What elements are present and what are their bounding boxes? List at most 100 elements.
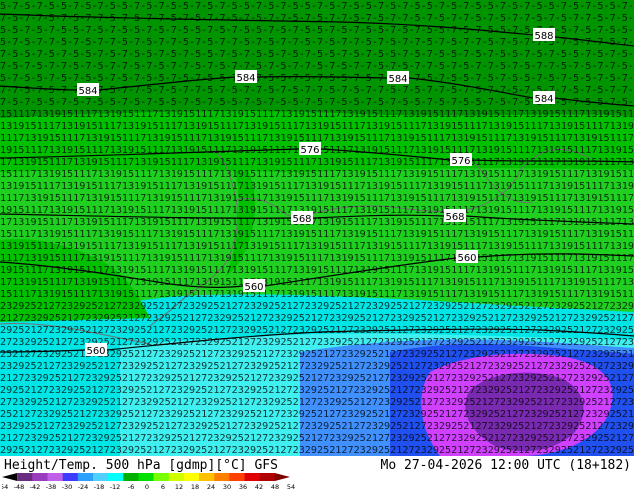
digit-row: 1511171319151117131915111713191511171319… [0,289,634,300]
digit-row: 2925212723292521272329252127232925212723… [0,385,634,396]
digit-row: 1117131915111713191511171319151117131915… [0,193,634,204]
svg-text:560: 560 [244,282,263,293]
digit-row: 1511171319151117131915111713191511171319… [0,169,634,180]
colorbar-tick-label: 54 [287,483,295,490]
svg-text:576: 576 [451,156,470,167]
colorbar-swatch [77,473,94,481]
contour-label: 576 [450,153,472,167]
map-footer: Height/Temp. 500 hPa [gdmp][°C] GFS Mo 2… [0,456,634,490]
contour-label: 560 [85,343,107,357]
colorbar-swatches [2,473,290,481]
contour-label: 568 [291,211,313,225]
digit-row: 7-5-7-5-7-7-5-7-5-7-7-5-7-5-7-7-5-7-5-7-… [0,61,634,72]
colorbar-swatch [274,473,290,481]
svg-text:576: 576 [300,145,319,156]
contour-label: 584 [533,91,555,105]
digit-row: 5-7-5-5-7-5-7-5-5-7-5-7-5-5-7-5-7-5-5-7-… [0,73,634,84]
colorbar-tick-label: -6 [128,483,134,490]
colorbar-swatch [259,473,276,481]
colorbar-swatch [244,473,260,481]
colorbar-tick-label: 0 [145,483,149,490]
contour-label: 560 [456,250,478,264]
temperature-colorbar: -54 -48 -42 -38 -30 -24 -18 -12 -6 0 6 12 18 24 30 36 42… [2,473,295,490]
digit-row: 1117131915111713191511171319151117131915… [0,253,634,264]
digit-row: 1713191511171319151117131915111713191511… [0,277,634,288]
colorbar-swatch [62,473,79,481]
contour-label: 568 [444,209,466,223]
svg-text:560: 560 [86,346,105,357]
colorbar-tick-label: -24 [78,483,89,490]
svg-text:584: 584 [534,94,553,105]
contour-label: 588 [533,28,555,42]
colorbar-swatch [17,473,33,481]
colorbar-swatch [168,473,185,481]
digit-row: 2127232925212723292521272329252127232925… [0,373,634,384]
colorbar-swatch [183,473,200,481]
svg-text:584: 584 [236,73,255,84]
colorbar-swatch [108,473,124,481]
contour-label: 560 [243,279,265,293]
digit-row: 1511171319151117131915111713191511171319… [0,229,634,240]
colorbar-swatch [123,473,139,481]
contour-label: 584 [77,83,99,97]
colorbar-swatch [92,473,109,481]
digit-row: 2127232925212723292521272329252127232925… [0,433,634,444]
colorbar-swatch [199,473,215,481]
colorbar-tick-label: 24 [207,483,215,490]
colorbar-tick-label: -12 [110,483,121,490]
colorbar-swatch [229,473,245,481]
digit-row: 1713191511171319151117131915111713191511… [0,217,634,228]
colorbar-swatch [153,473,170,481]
digit-row: 2329252127232925212723292521272329252127… [0,361,634,372]
svg-text:584: 584 [388,74,407,85]
colorbar-tick-label: 6 [161,483,165,490]
colorbar-tick-label: -38 [46,483,57,490]
digit-row: 1319151117131915111713191511171319151117… [0,241,634,252]
colorbar-swatch [32,473,48,481]
colorbar-tick-label: 30 [223,483,231,490]
digit-row: 7-5-5-7-5-7-5-5-7-5-7-5-5-7-5-7-5-5-7-5-… [0,49,634,60]
digit-row: 2127232925212723292521272329252127232925… [0,313,634,324]
digit-row: 1915111713191511171319151117131915111713… [0,265,634,276]
colorbar-tick-label: 18 [191,483,199,490]
digit-row: 1713191511171319151117131915111713191511… [0,157,634,168]
svg-text:568: 568 [445,212,464,223]
digit-row: 2723292521272329252127232925212723292521… [0,397,634,408]
digit-row: 2329252127232925212723292521272329252127… [0,421,634,432]
colorbar-tick-label: -30 [62,483,73,490]
colorbar-tick-label: 12 [175,483,183,490]
colorbar-tick-label: -42 [30,483,41,490]
colorbar-swatch [214,473,230,481]
contour-label: 584 [387,71,409,85]
digit-row: 1915111713191511171319151117131915111713… [0,205,634,216]
contour-label: 576 [299,142,321,156]
colorbar-ticks: -54 -48 -42 -38 -30 -24 -18 -12 -6 0 6 12 18 24 30 36 42… [2,483,295,490]
colorbar-swatch [138,473,154,481]
colorbar-tick-label: -54 [2,483,8,490]
svg-text:568: 568 [292,214,311,225]
weather-map-frame: 5-7-5-7-5-5-7-5-7-5-5-7-5-7-5-5-7-5-7-5-… [0,0,634,490]
map: 5-7-5-7-5-5-7-5-7-5-5-7-5-7-5-5-7-5-7-5-… [0,0,634,456]
colorbar-tick-label: -48 [14,483,25,490]
colorbar-tick-label: 48 [271,483,279,490]
colorbar-tick-label: 36 [239,483,247,490]
contour-label: 584 [235,70,257,84]
svg-text:588: 588 [534,31,553,42]
digit-row: 2925212723292521272329252127232925212723… [0,445,634,456]
digit-row: 2521272329252127232925212723292521272329… [0,409,634,420]
digit-row: 1319151117131915111713191511171319151117… [0,181,634,192]
digit-row: 5-7-5-7-5-5-7-5-7-5-5-7-5-7-5-5-7-5-7-5-… [0,1,634,12]
colorbar-swatch [2,473,18,481]
map-datetime: Mo 27-04-2026 12:00 UTC (18+182) [380,458,631,473]
colorbar-tick-label: -18 [94,483,105,490]
svg-text:560: 560 [457,253,476,264]
digit-row: 1511171319151117131915111713191511171319… [0,109,634,120]
digit-row: 1319151117131915111713191511171319151117… [0,121,634,132]
svg-text:584: 584 [78,86,97,97]
temperature-digits: 5-7-5-7-5-5-7-5-7-5-5-7-5-7-5-5-7-5-7-5-… [0,1,634,456]
colorbar-swatch [47,473,63,481]
colorbar-tick-label: 42 [255,483,263,490]
digit-row: 2329252127232925212723292521272329252127… [0,301,634,312]
map-title: Height/Temp. 500 hPa [gdmp][°C] GFS [4,458,278,473]
digit-row: 7-5-7-7-5-7-5-7-7-5-7-5-7-7-5-7-5-7-7-5-… [0,13,634,24]
